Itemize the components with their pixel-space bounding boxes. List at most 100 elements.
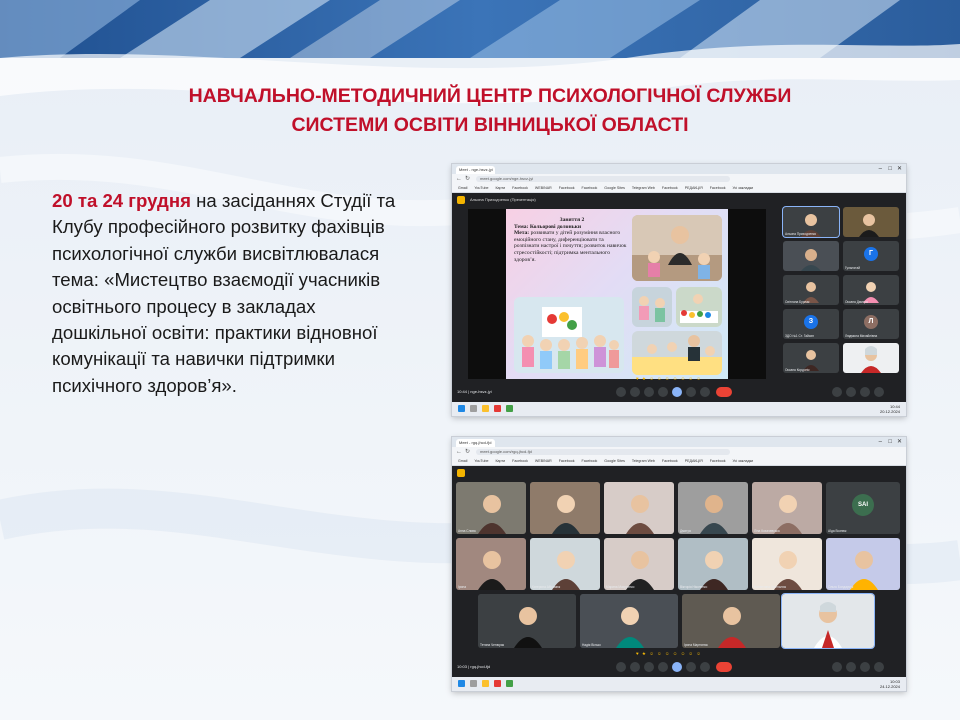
app-icon[interactable]: [506, 405, 513, 412]
url-input[interactable]: meet.google.com/nge-hsvz-jyi: [476, 176, 730, 182]
bookmark-item[interactable]: РЕДАКЦІЯ: [685, 186, 703, 190]
app-icon[interactable]: [506, 680, 513, 687]
end-call-button[interactable]: [716, 387, 732, 397]
participant-tile[interactable]: Оксана Дмитра: [843, 275, 899, 305]
participant-tile[interactable]: Ліна Кохачевська: [752, 482, 822, 534]
reload-icon[interactable]: ↻: [465, 448, 470, 456]
start-icon[interactable]: [458, 405, 465, 412]
participant-tile[interactable]: [843, 207, 899, 237]
bookmark-item[interactable]: WEBINAR: [535, 186, 552, 190]
maximize-icon[interactable]: □: [888, 438, 892, 446]
present-button[interactable]: [672, 662, 682, 672]
participant-tile[interactable]: Ірина Мартинюк: [682, 594, 780, 648]
participant-tile[interactable]: Марина Мазуренко: [604, 538, 674, 590]
bookmark-item[interactable]: Facebook: [710, 459, 726, 463]
minimize-icon[interactable]: –: [879, 438, 882, 446]
bookmark-item[interactable]: Telegram Web: [632, 459, 655, 463]
maximize-icon[interactable]: □: [888, 165, 892, 173]
captions-button[interactable]: [644, 662, 654, 672]
hand-button[interactable]: [686, 662, 696, 672]
emoji-button[interactable]: [658, 387, 668, 397]
mic-button[interactable]: [616, 662, 626, 672]
participant-tile[interactable]: Тетяна Ченюрак: [478, 594, 576, 648]
explorer-icon[interactable]: [482, 405, 489, 412]
bookmark-item[interactable]: Facebook: [512, 459, 528, 463]
explorer-icon[interactable]: [482, 680, 489, 687]
bookmark-item[interactable]: Gmail: [458, 186, 467, 190]
captions-button[interactable]: [644, 387, 654, 397]
bookmark-item[interactable]: Усі закладки: [733, 186, 754, 190]
participant-tile[interactable]: Анна Слива: [456, 482, 526, 534]
back-icon[interactable]: ←: [456, 448, 462, 456]
search-icon[interactable]: [470, 680, 477, 687]
participant-tile[interactable]: [843, 343, 899, 373]
participant-tile[interactable]: [782, 594, 874, 648]
participant-tile[interactable]: Дмитро: [678, 482, 748, 534]
mic-button[interactable]: [616, 387, 626, 397]
participant-tile[interactable]: Катерина Абрамюк: [530, 538, 600, 590]
more-options-button[interactable]: [700, 662, 710, 672]
activities-button[interactable]: [874, 387, 884, 397]
participant-tile[interactable]: Ольга Бондарчук: [826, 538, 900, 590]
bookmark-item[interactable]: Facebook: [559, 459, 575, 463]
info-button[interactable]: [832, 662, 842, 672]
participant-tile[interactable]: Вікторія Ніконенко: [678, 538, 748, 590]
chat-button[interactable]: [860, 662, 870, 672]
more-options-button[interactable]: [700, 387, 710, 397]
browser-tab[interactable]: Meet - rgq-jhcd-fjd: [456, 439, 495, 447]
search-icon[interactable]: [470, 405, 477, 412]
people-button[interactable]: [846, 662, 856, 672]
start-icon[interactable]: [458, 680, 465, 687]
end-call-button[interactable]: [716, 662, 732, 672]
reload-icon[interactable]: ↻: [465, 175, 470, 183]
participant-tile[interactable]: Ірина: [456, 538, 526, 590]
participant-tile[interactable]: [783, 241, 839, 271]
camera-button[interactable]: [630, 387, 640, 397]
bookmark-item[interactable]: Усі закладки: [733, 459, 754, 463]
bookmark-item[interactable]: Facebook: [582, 459, 598, 463]
back-icon[interactable]: ←: [456, 175, 462, 183]
bookmark-item[interactable]: Facebook: [662, 186, 678, 190]
close-icon[interactable]: ✕: [897, 438, 902, 446]
bookmark-item[interactable]: РЕДАКЦІЯ: [685, 459, 703, 463]
camera-button[interactable]: [630, 662, 640, 672]
info-button[interactable]: [832, 387, 842, 397]
participant-tile[interactable]: Валентина Хмельнюк: [752, 538, 822, 590]
reactions-bar[interactable]: ♥ ★ ☺ ☺ ☺ ☺ ☺ ☺ ☺: [636, 651, 702, 657]
bookmark-item[interactable]: Facebook: [710, 186, 726, 190]
participant-tile[interactable]: Світлана Бурлак: [783, 275, 839, 305]
participant-tile[interactable]: [604, 482, 674, 534]
emoji-button[interactable]: [658, 662, 668, 672]
close-icon[interactable]: ✕: [897, 165, 902, 173]
participant-tile[interactable]: SAI Аїда Вознюк: [826, 482, 900, 534]
participant-tile[interactable]: Л Людмила Михайлівна: [843, 309, 899, 339]
participant-tile[interactable]: Альона Приходченко: [783, 207, 839, 237]
bookmark-item[interactable]: YouTube: [474, 186, 488, 190]
bookmark-item[interactable]: YouTube: [474, 459, 488, 463]
browser-tab[interactable]: Meet - nge-hsvz-jyi: [456, 166, 495, 174]
participant-tile[interactable]: З ЗДО №1 Ст. Гайсин: [783, 309, 839, 339]
participant-tile[interactable]: [530, 482, 600, 534]
bookmark-item[interactable]: Facebook: [582, 186, 598, 190]
bookmark-item[interactable]: Карти: [495, 459, 505, 463]
people-button[interactable]: [846, 387, 856, 397]
chrome-icon[interactable]: [494, 405, 501, 412]
reactions-bar[interactable]: ♥ ★ ☺ ☺ ☺ ☺ ☺ ☺ ☺: [636, 376, 702, 382]
bookmark-item[interactable]: Карти: [495, 186, 505, 190]
participant-tile[interactable]: Надія Вілько: [580, 594, 678, 648]
bookmark-item[interactable]: Google Sites: [604, 186, 625, 190]
bookmark-item[interactable]: Google Sites: [604, 459, 625, 463]
participant-tile[interactable]: Г Гульнятай: [843, 241, 899, 271]
bookmark-item[interactable]: Facebook: [559, 186, 575, 190]
chrome-icon[interactable]: [494, 680, 501, 687]
bookmark-item[interactable]: WEBINAR: [535, 459, 552, 463]
activities-button[interactable]: [874, 662, 884, 672]
bookmark-item[interactable]: Facebook: [662, 459, 678, 463]
bookmark-item[interactable]: Facebook: [512, 186, 528, 190]
participant-tile[interactable]: Оксана Кордонік: [783, 343, 839, 373]
minimize-icon[interactable]: –: [879, 165, 882, 173]
chat-button[interactable]: [860, 387, 870, 397]
url-input[interactable]: meet.google.com/rgq-jhcd-fjd: [476, 449, 730, 455]
bookmark-item[interactable]: Telegram Web: [632, 186, 655, 190]
bookmark-item[interactable]: Gmail: [458, 459, 467, 463]
